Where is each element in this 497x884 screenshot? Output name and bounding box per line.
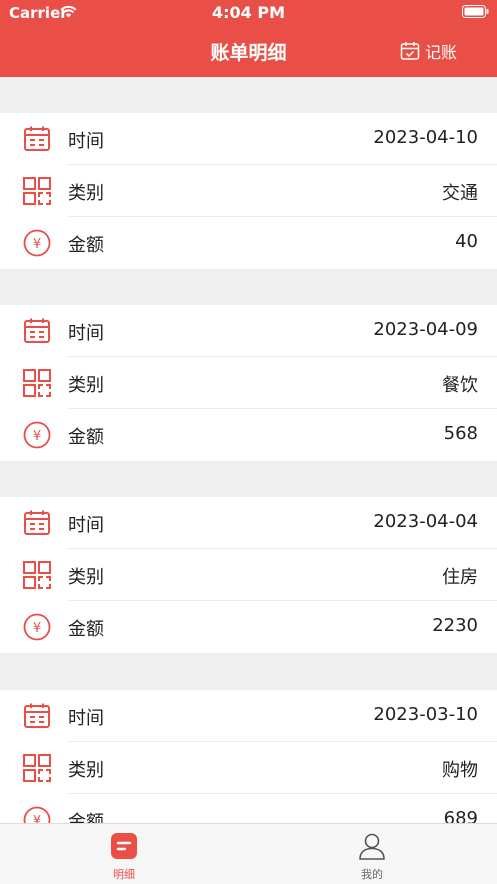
amount-row: ¥ 金额 40 bbox=[0, 217, 497, 269]
status-bar: Carrier 4:04 PM bbox=[0, 0, 497, 26]
category-row: 类别 购物 bbox=[0, 742, 497, 794]
category-row: 类别 餐饮 bbox=[0, 357, 497, 409]
category-label: 类别 bbox=[68, 183, 104, 204]
amount-value: 689 bbox=[443, 808, 478, 823]
category-row: 类别 住房 bbox=[0, 549, 497, 601]
svg-text:¥: ¥ bbox=[33, 814, 41, 823]
tab-profile[interactable]: 我的 bbox=[248, 824, 496, 884]
yuan-icon: ¥ bbox=[23, 229, 51, 257]
amount-label: 金额 bbox=[68, 235, 104, 256]
list-icon bbox=[111, 833, 137, 859]
bill-card[interactable]: 时间 2023-04-10 类别 交通 ¥ 金额 40 bbox=[0, 113, 497, 269]
user-icon bbox=[359, 833, 385, 860]
time-row: 时间 2023-04-09 bbox=[0, 305, 497, 357]
category-label: 类别 bbox=[68, 375, 104, 396]
amount-value: 40 bbox=[455, 231, 478, 252]
time-label: 时间 bbox=[68, 323, 104, 344]
yuan-icon: ¥ bbox=[23, 421, 51, 449]
battery-icon bbox=[462, 5, 489, 18]
time-value: 2023-03-10 bbox=[373, 704, 478, 725]
amount-row: ¥ 金额 689 bbox=[0, 794, 497, 823]
svg-text:¥: ¥ bbox=[33, 429, 41, 444]
grid-icon bbox=[23, 754, 51, 782]
amount-value: 2230 bbox=[432, 615, 478, 636]
amount-row: ¥ 金额 568 bbox=[0, 409, 497, 461]
bill-card[interactable]: 时间 2023-04-09 类别 餐饮 ¥ 金额 568 bbox=[0, 305, 497, 461]
tab-details[interactable]: 明细 bbox=[0, 824, 248, 884]
bill-list[interactable]: 时间 2023-04-10 类别 交通 ¥ 金额 40 时间 2023-04-0… bbox=[0, 77, 497, 823]
grid-icon bbox=[23, 177, 51, 205]
svg-text:¥: ¥ bbox=[33, 621, 41, 636]
category-row: 类别 交通 bbox=[0, 165, 497, 217]
calendar-icon bbox=[24, 510, 50, 535]
yuan-icon: ¥ bbox=[23, 613, 51, 641]
calendar-icon bbox=[24, 703, 50, 728]
category-value: 交通 bbox=[442, 183, 478, 204]
category-value: 餐饮 bbox=[442, 375, 478, 396]
grid-icon bbox=[23, 561, 51, 589]
time-label: 时间 bbox=[68, 708, 104, 729]
amount-label: 金额 bbox=[68, 812, 104, 823]
time-row: 时间 2023-03-10 bbox=[0, 690, 497, 742]
time-value: 2023-04-10 bbox=[373, 127, 478, 148]
time-row: 时间 2023-04-04 bbox=[0, 497, 497, 549]
record-button[interactable]: 记账 bbox=[400, 39, 457, 63]
grid-icon bbox=[23, 369, 51, 397]
category-label: 类别 bbox=[68, 567, 104, 588]
time-row: 时间 2023-04-10 bbox=[0, 113, 497, 165]
time-value: 2023-04-04 bbox=[373, 511, 478, 532]
tab-details-label: 明细 bbox=[113, 868, 135, 881]
calendar-icon bbox=[24, 126, 50, 151]
time-value: 2023-04-09 bbox=[373, 319, 478, 340]
bill-card[interactable]: 时间 2023-03-10 类别 购物 ¥ 金额 689 bbox=[0, 690, 497, 823]
tab-bar: 明细 我的 bbox=[0, 823, 497, 884]
bill-card[interactable]: 时间 2023-04-04 类别 住房 ¥ 金额 2230 bbox=[0, 497, 497, 653]
yuan-icon: ¥ bbox=[23, 806, 51, 823]
category-label: 类别 bbox=[68, 760, 104, 781]
clock: 4:04 PM bbox=[211, 3, 285, 22]
amount-label: 金额 bbox=[68, 619, 104, 640]
category-value: 购物 bbox=[442, 760, 478, 781]
tab-profile-label: 我的 bbox=[361, 868, 383, 881]
calendar-check-icon bbox=[400, 42, 420, 60]
time-label: 时间 bbox=[68, 515, 104, 536]
amount-value: 568 bbox=[443, 423, 478, 444]
amount-row: ¥ 金额 2230 bbox=[0, 601, 497, 653]
amount-label: 金额 bbox=[68, 427, 104, 448]
time-label: 时间 bbox=[68, 131, 104, 152]
top-header: Carrier 4:04 PM 账单明细 记账 bbox=[0, 0, 497, 77]
record-button-label: 记账 bbox=[424, 43, 457, 62]
category-value: 住房 bbox=[442, 567, 478, 588]
svg-text:¥: ¥ bbox=[33, 237, 41, 252]
calendar-icon bbox=[24, 318, 50, 343]
